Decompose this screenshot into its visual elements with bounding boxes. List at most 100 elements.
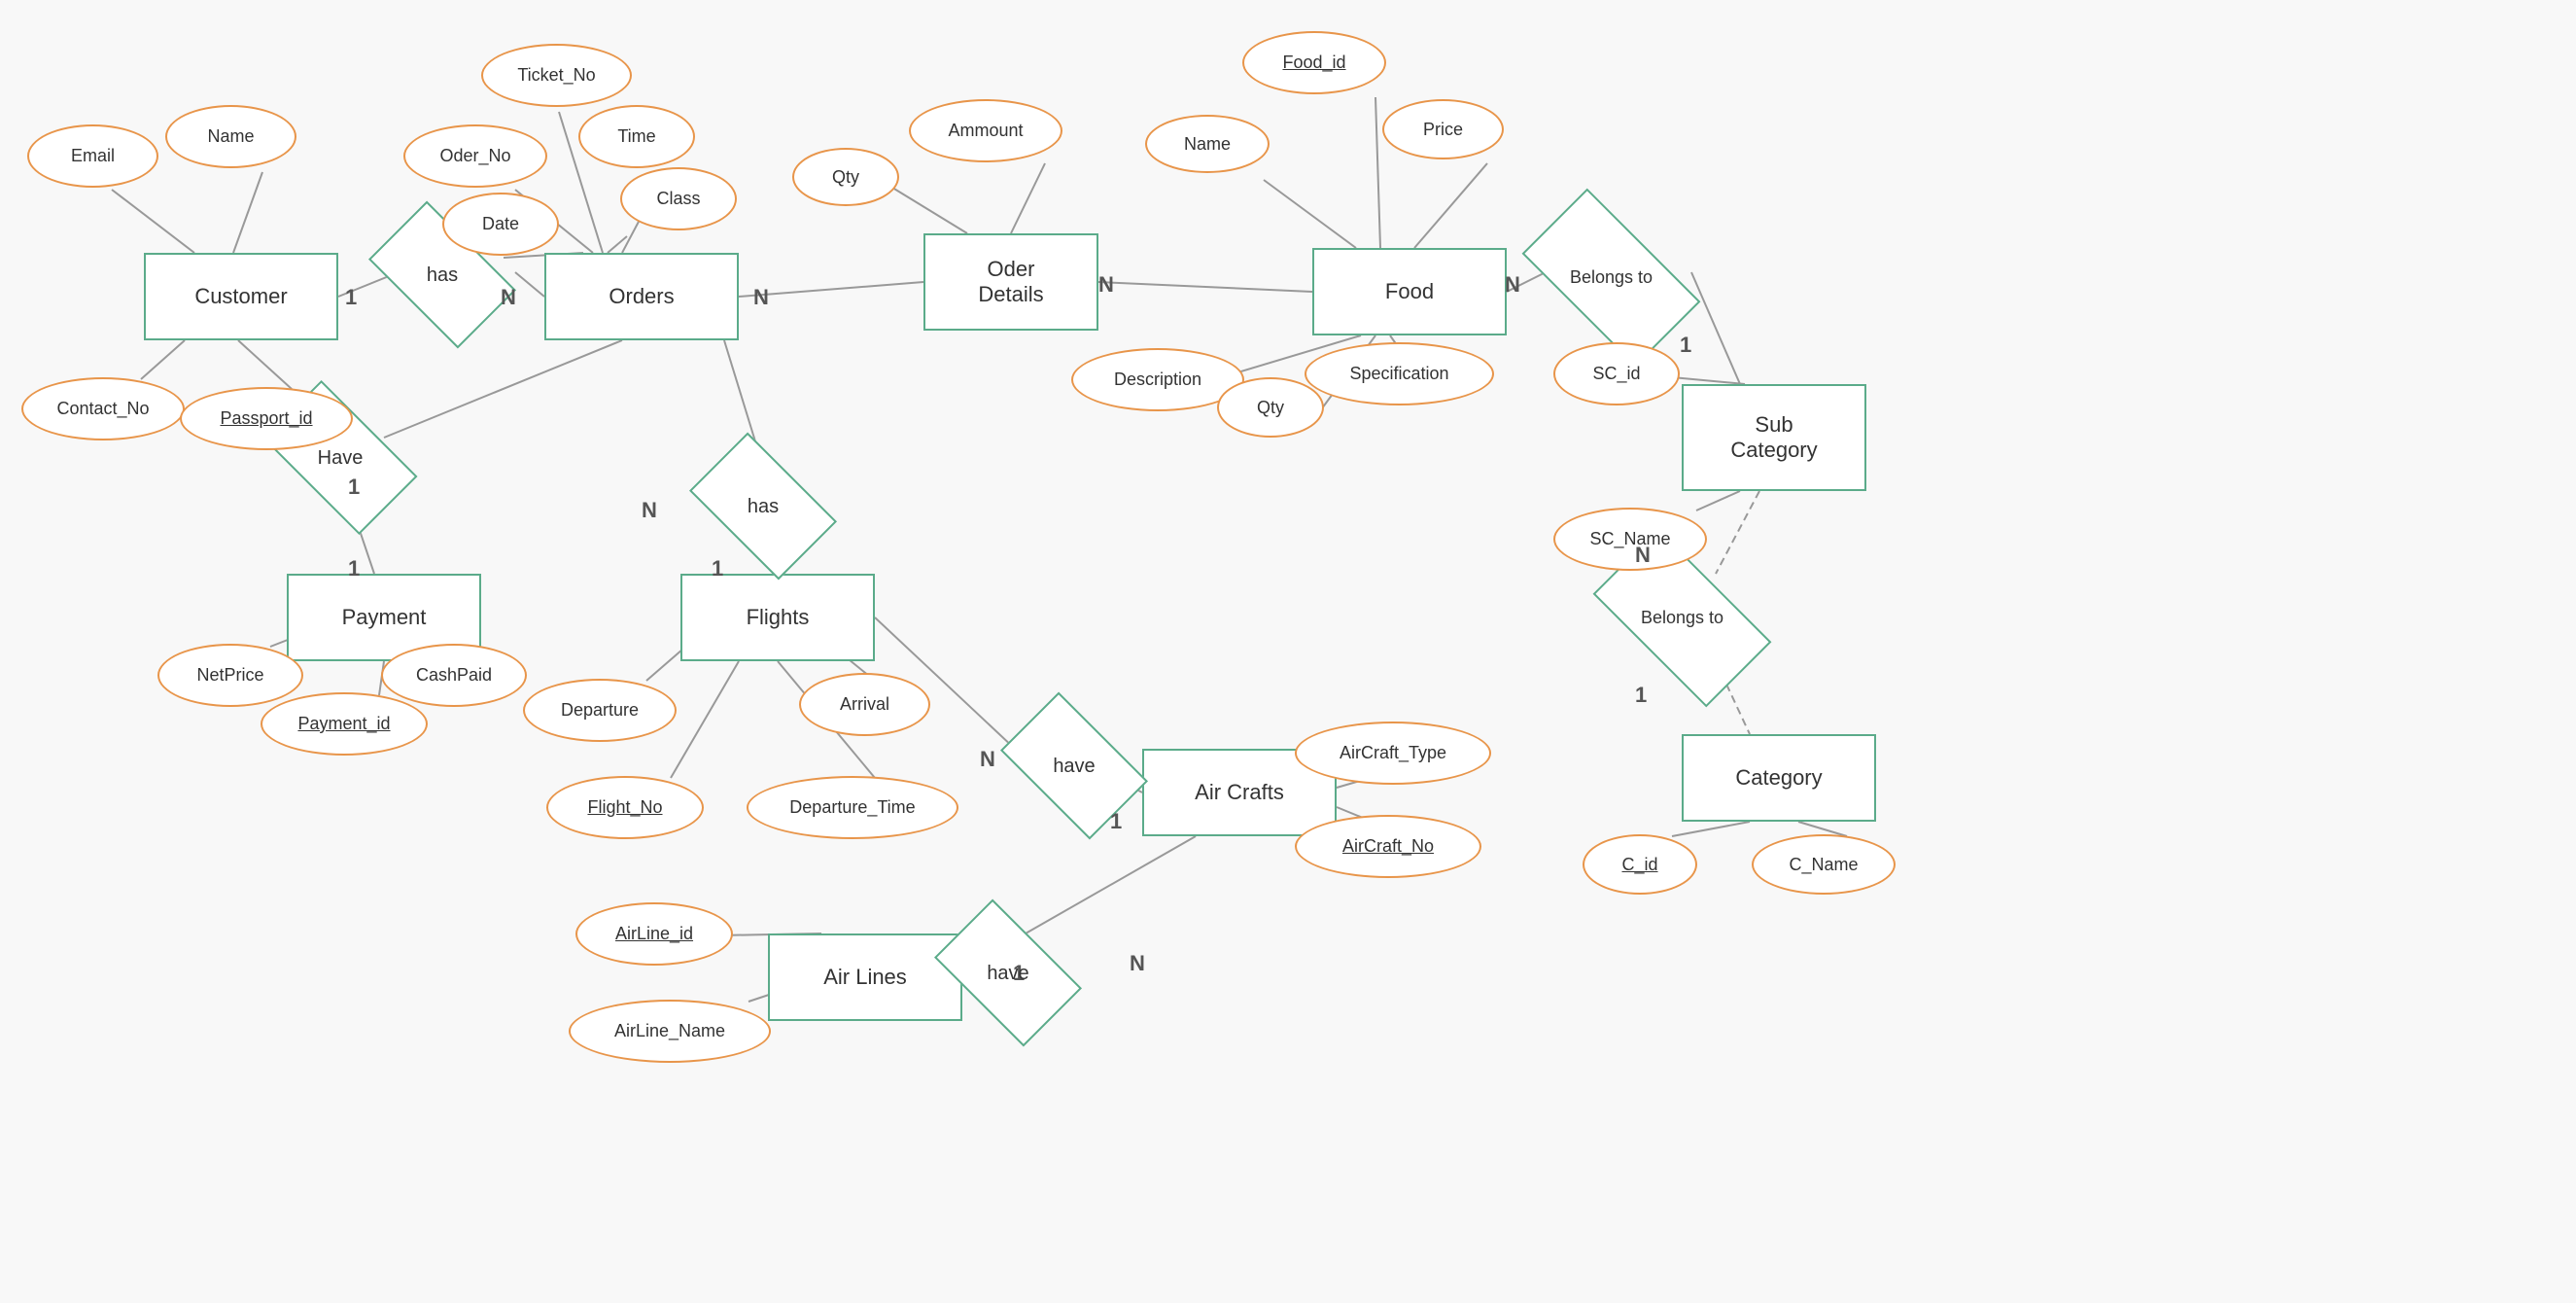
attr-specification-label: Specification	[1349, 364, 1448, 384]
entity-orders: Orders	[544, 253, 739, 340]
attr-email-label: Email	[71, 146, 115, 166]
attr-qty2-label: Qty	[1257, 398, 1284, 418]
attr-aircraft-no: AirCraft_No	[1295, 815, 1481, 878]
attr-airline-name-label: AirLine_Name	[614, 1021, 725, 1041]
attr-sc-id-label: SC_id	[1592, 364, 1640, 384]
card-5: N	[1505, 272, 1520, 298]
attr-c-id: C_id	[1583, 834, 1697, 895]
attr-contact-no-label: Contact_No	[56, 399, 149, 419]
entity-customer: Customer	[144, 253, 338, 340]
attr-sc-id: SC_id	[1553, 342, 1680, 405]
entity-payment-label: Payment	[342, 605, 427, 630]
attr-departure-time: Departure_Time	[747, 776, 958, 839]
attr-aircraft-no-label: AirCraft_No	[1342, 836, 1434, 857]
diamond-belongs-to1-label: Belongs to	[1570, 267, 1653, 289]
card-8: 1	[1635, 683, 1647, 708]
attr-airline-name: AirLine_Name	[569, 1000, 771, 1063]
card-10: 1	[348, 556, 360, 581]
diamond-has1-label: has	[427, 264, 458, 287]
diamond-have1-label: Have	[318, 446, 364, 470]
attr-name-food: Name	[1145, 115, 1270, 173]
attr-email: Email	[27, 124, 158, 188]
diamond-have3: have	[945, 932, 1071, 1014]
attr-payment-id: Payment_id	[261, 692, 428, 756]
entity-orders-label: Orders	[609, 284, 674, 309]
attr-passport-id-label: Passport_id	[220, 408, 312, 429]
attr-sc-name-label: SC_Name	[1589, 529, 1670, 549]
attr-departure: Departure	[523, 679, 677, 742]
attr-netprice: NetPrice	[157, 644, 303, 707]
attr-date: Date	[442, 193, 559, 256]
attr-aircraft-type-label: AirCraft_Type	[1340, 743, 1446, 763]
attr-payment-id-label: Payment_id	[297, 714, 390, 734]
entity-category-label: Category	[1735, 765, 1822, 791]
attr-departure-label: Departure	[561, 700, 639, 721]
card-15: N	[1130, 951, 1145, 976]
attr-c-name-label: C_Name	[1789, 855, 1858, 875]
attr-sc-name: SC_Name	[1553, 508, 1707, 571]
diamond-have3-label: have	[987, 962, 1028, 985]
attr-qty1-label: Qty	[832, 167, 859, 188]
entity-air-crafts-label: Air Crafts	[1195, 780, 1284, 805]
attr-date-label: Date	[482, 214, 519, 234]
attr-ammount: Ammount	[909, 99, 1062, 162]
diamond-has2-label: has	[748, 495, 779, 518]
attr-time-label: Time	[617, 126, 655, 147]
entity-customer-label: Customer	[194, 284, 287, 309]
attr-qty2: Qty	[1217, 377, 1324, 438]
card-14: 1	[1110, 809, 1122, 834]
card-13: N	[980, 747, 995, 772]
attr-ticket-no-label: Ticket_No	[517, 65, 595, 86]
attr-name-customer-label: Name	[207, 126, 254, 147]
attr-name-customer: Name	[165, 105, 296, 168]
card-12: 1	[712, 556, 723, 581]
attr-airline-id-label: AirLine_id	[615, 924, 693, 944]
entity-food: Food	[1312, 248, 1507, 335]
entity-category: Category	[1682, 734, 1876, 822]
entity-air-lines: Air Lines	[768, 933, 962, 1021]
attr-oder-no: Oder_No	[403, 124, 547, 188]
attr-flight-no: Flight_No	[546, 776, 704, 839]
entity-sub-category-label: SubCategory	[1730, 412, 1817, 464]
entity-food-label: Food	[1385, 279, 1434, 304]
attr-cashpaid-label: CashPaid	[416, 665, 492, 686]
er-diagram: Customer Orders OderDetails Food SubCate…	[0, 0, 2576, 1303]
attr-cashpaid: CashPaid	[381, 644, 527, 707]
attr-contact-no: Contact_No	[21, 377, 185, 440]
card-3: N	[753, 285, 769, 310]
entity-flights: Flights	[680, 574, 875, 661]
attr-price-label: Price	[1423, 120, 1463, 140]
entity-oder-details: OderDetails	[923, 233, 1098, 331]
diamond-belongs-to2: Belongs to	[1602, 572, 1762, 664]
attr-ammount-label: Ammount	[948, 121, 1023, 141]
attr-oder-no-label: Oder_No	[439, 146, 510, 166]
diamond-has2: has	[700, 465, 826, 547]
entity-sub-category: SubCategory	[1682, 384, 1866, 491]
entity-flights-label: Flights	[747, 605, 810, 630]
attr-arrival: Arrival	[799, 673, 930, 736]
card-1: 1	[345, 285, 357, 310]
card-11: N	[642, 498, 657, 523]
attr-c-id-label: C_id	[1621, 855, 1657, 875]
diamond-have2: have	[1011, 724, 1137, 807]
attr-arrival-label: Arrival	[840, 694, 889, 715]
attr-netprice-label: NetPrice	[196, 665, 263, 686]
entity-oder-details-label: OderDetails	[978, 257, 1043, 308]
attr-qty1: Qty	[792, 148, 899, 206]
card-9: 1	[348, 475, 360, 500]
entity-air-lines-label: Air Lines	[823, 965, 907, 990]
attr-food-id-label: Food_id	[1282, 53, 1345, 73]
card-7: N	[1635, 543, 1651, 568]
attr-food-id: Food_id	[1242, 31, 1386, 94]
attr-name-food-label: Name	[1184, 134, 1231, 155]
attr-ticket-no: Ticket_No	[481, 44, 632, 107]
attr-airline-id: AirLine_id	[575, 902, 733, 966]
attr-class-label: Class	[656, 189, 700, 209]
card-4: N	[1098, 272, 1114, 298]
diamond-have2-label: have	[1053, 755, 1095, 778]
attr-price: Price	[1382, 99, 1504, 159]
attr-c-name: C_Name	[1752, 834, 1896, 895]
attr-time: Time	[578, 105, 695, 168]
attr-description-label: Description	[1114, 370, 1201, 390]
attr-passport-id: Passport_id	[180, 387, 353, 450]
